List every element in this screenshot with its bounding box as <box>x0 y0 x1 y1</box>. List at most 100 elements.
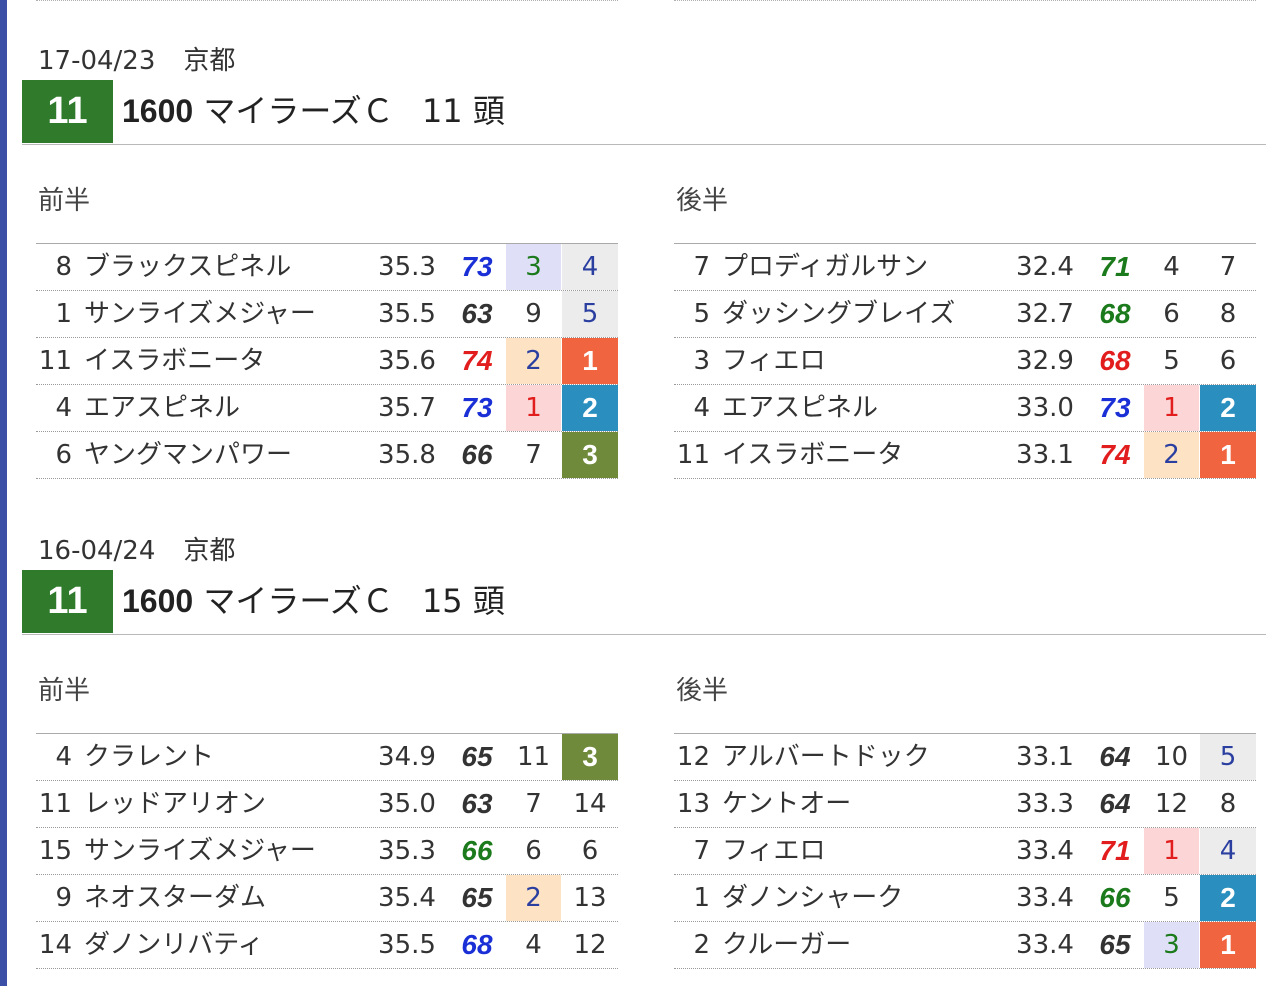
split-time: 33.4 <box>1016 836 1074 866</box>
split-time: 35.8 <box>378 440 436 470</box>
speed-index: 74 <box>1099 439 1131 470</box>
table-row: 11 イスラボニータ 35.6 74 2 1 <box>36 338 618 385</box>
split-time: 32.7 <box>1016 299 1074 329</box>
rank-cell-a: 4 <box>525 930 542 960</box>
race-distance: 1600 <box>122 93 194 129</box>
split-time: 33.3 <box>1016 789 1074 819</box>
rank-cell-b: 4 <box>1200 828 1256 874</box>
horse-name: プロディガルサン <box>722 252 929 282</box>
rank-cell-a: 2 <box>506 875 561 921</box>
rank-cell-b: 4 <box>562 244 618 290</box>
rank-cell-a: 4 <box>1163 252 1180 282</box>
split-time: 35.6 <box>378 346 436 376</box>
horse-number: 5 <box>693 299 710 329</box>
rank-cell-b: 8 <box>1219 299 1237 329</box>
horse-number: 1 <box>55 299 72 329</box>
rank-cell-b: 8 <box>1219 789 1237 819</box>
rank-cell-a: 9 <box>525 299 542 329</box>
horse-number: 14 <box>38 930 72 960</box>
horse-name: ケントオー <box>722 789 852 819</box>
rank-cell-a: 3 <box>1144 922 1199 968</box>
table-row: 6 ヤングマンパワー 35.8 66 7 3 <box>36 432 618 479</box>
rank-cell-a: 6 <box>525 836 542 866</box>
split-time: 35.5 <box>378 299 436 329</box>
horse-name: ブラックスピネル <box>84 252 292 282</box>
race-number-badge: 11 <box>22 80 113 143</box>
rank-cell-b: 14 <box>573 789 607 819</box>
race-section: 16-04/24 京都 11 1600 マイラーズＣ 15 頭 前半 後半 4 クラ… <box>22 500 1266 990</box>
horse-name: クルーガー <box>722 930 852 960</box>
horse-name: ヤングマンパワー <box>84 440 293 470</box>
horse-name: クラレント <box>84 742 215 772</box>
speed-index: 65 <box>1099 929 1131 960</box>
speed-index: 65 <box>461 882 493 913</box>
split-time: 33.1 <box>1016 742 1074 772</box>
race-title: 1600 マイラーズＣ 11 頭 <box>122 86 505 132</box>
horse-name: フィエロ <box>722 346 826 376</box>
horse-number: 1 <box>693 883 710 913</box>
horse-number: 4 <box>693 393 710 423</box>
race-name: マイラーズＣ <box>203 582 394 620</box>
table-row: 13 ケントオー 33.3 64 12 8 <box>674 781 1256 828</box>
speed-index: 73 <box>461 392 493 423</box>
first-half-label: 前半 <box>38 186 91 216</box>
horse-number: 7 <box>693 836 710 866</box>
horse-number: 11 <box>676 440 710 470</box>
horse-number: 2 <box>693 930 710 960</box>
rank-cell-a: 10 <box>1154 742 1189 772</box>
horse-name: ダノンシャーク <box>722 883 904 913</box>
rank-cell-a: 2 <box>1144 432 1199 478</box>
rank-cell-b: 13 <box>573 883 607 913</box>
horse-name: サンライズメジャー <box>84 836 316 866</box>
rank-cell-a: 1 <box>506 385 561 431</box>
speed-index: 68 <box>1099 298 1131 329</box>
rank-cell-b: 1 <box>562 338 618 384</box>
rank-cell-a: 7 <box>525 440 542 470</box>
rank-cell-a: 6 <box>1163 299 1180 329</box>
race-venue: 京都 <box>183 46 236 76</box>
race-date: 17-04/23 <box>38 46 156 76</box>
rank-cell-b: 12 <box>573 930 607 960</box>
table-row: 4 エアスピネル 33.0 73 1 2 <box>674 385 1256 432</box>
horse-name: イスラボニータ <box>84 346 266 376</box>
table-row: 1 サンライズメジャー 35.5 63 9 5 <box>36 291 618 338</box>
horse-name: エアスピネル <box>722 393 879 423</box>
rank-cell-b: 2 <box>1200 875 1256 921</box>
race-number-badge: 11 <box>22 570 113 633</box>
rank-cell-b: 5 <box>562 291 618 337</box>
horse-name: イスラボニータ <box>722 440 904 470</box>
first-half-table: 8 ブラックスピネル 35.3 73 3 4 1 サンライズメジャー 35.5 63 9 5 11 イスラ… <box>36 243 618 479</box>
race-date-line: 16-04/24 京都 <box>38 530 235 567</box>
table-row: 15 サンライズメジャー 35.3 66 6 6 <box>36 828 618 875</box>
race-title: 1600 マイラーズＣ 15 頭 <box>122 576 505 622</box>
split-time: 33.4 <box>1016 930 1074 960</box>
rank-cell-b: 7 <box>1219 252 1237 282</box>
horse-number: 6 <box>55 440 72 470</box>
horse-number: 4 <box>55 393 72 423</box>
split-time: 33.1 <box>1016 440 1074 470</box>
second-half-table: 12 アルバートドック 33.1 64 10 5 13 ケントオー 33.3 64 12 8 7 フィエロ… <box>674 733 1256 969</box>
race-date-line: 17-04/23 京都 <box>38 40 235 77</box>
rank-cell-b: 6 <box>581 836 599 866</box>
first-half-label: 前半 <box>38 676 91 706</box>
split-time: 35.3 <box>378 252 436 282</box>
top-divider-left <box>36 0 618 2</box>
rank-cell-a: 5 <box>1163 346 1180 376</box>
horse-name: フィエロ <box>722 836 826 866</box>
split-time: 34.9 <box>378 742 436 772</box>
race-divider <box>22 144 1266 145</box>
rank-cell-a: 12 <box>1154 789 1189 819</box>
runner-count: 11 頭 <box>421 92 505 130</box>
horse-name: サンライズメジャー <box>84 299 316 329</box>
table-row: 11 イスラボニータ 33.1 74 2 1 <box>674 432 1256 479</box>
rank-cell-b: 1 <box>1200 922 1256 968</box>
first-half-table: 4 クラレント 34.9 65 11 3 11 レッドアリオン 35.0 63 7 14 15 サンライズ… <box>36 733 618 969</box>
rank-cell-b: 1 <box>1200 432 1256 478</box>
split-time: 32.9 <box>1016 346 1074 376</box>
left-accent-strip <box>0 0 7 986</box>
rank-cell-b: 5 <box>1200 734 1256 780</box>
horse-name: ダノンリバティ <box>84 930 264 960</box>
speed-index: 66 <box>1099 882 1131 913</box>
runner-count: 15 頭 <box>421 582 505 620</box>
horse-number: 12 <box>676 742 710 772</box>
